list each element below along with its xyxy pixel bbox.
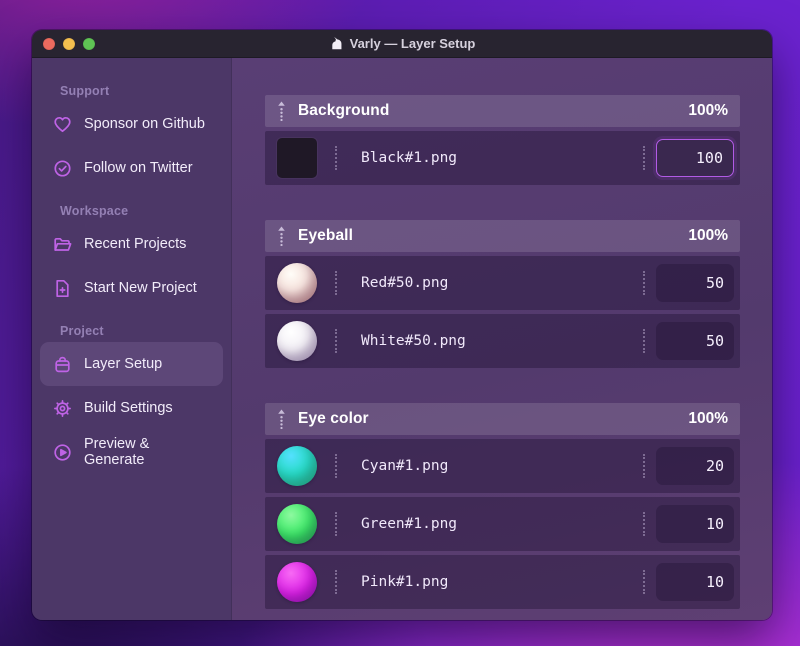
- file-plus-icon: [52, 278, 73, 299]
- sidebar-item-build-settings[interactable]: Build Settings: [40, 386, 223, 430]
- dotted-divider: [643, 271, 645, 295]
- app-window: Varly — Layer Setup Support Sponsor on Gi…: [32, 30, 772, 620]
- layer-filename: Black#1.png: [361, 150, 458, 166]
- dotted-divider: [643, 146, 645, 170]
- layer-row[interactable]: White#50.png: [265, 314, 740, 368]
- archive-box-icon: [52, 354, 73, 375]
- sidebar-item-start-new-project[interactable]: Start New Project: [40, 266, 223, 310]
- sidebar-item-label: Preview & Generate: [84, 436, 150, 468]
- dotted-divider: [335, 329, 337, 353]
- layer-group-weight: 100%: [688, 102, 728, 119]
- heart-icon: [52, 114, 73, 135]
- layer-value-input[interactable]: [656, 447, 734, 485]
- layer-value-input[interactable]: [656, 264, 734, 302]
- layer-thumbnail-white-sphere: [277, 321, 317, 361]
- close-button[interactable]: [43, 37, 55, 50]
- layer-group-header: Background 100%: [265, 95, 740, 127]
- layer-group-eye-color: Eye color 100% Cyan#1.png Green#1.png Pink#1…: [265, 403, 740, 609]
- layer-row[interactable]: Pink#1.png: [265, 555, 740, 609]
- layer-filename: White#50.png: [361, 333, 466, 349]
- sidebar-section-label: Project: [60, 324, 104, 338]
- sidebar: Support Sponsor on Github Follow on Twitte…: [32, 58, 232, 620]
- layer-group-header: Eyeball 100%: [265, 220, 740, 252]
- window-title: Varly — Layer Setup: [329, 36, 476, 51]
- dotted-divider: [335, 570, 337, 594]
- drag-handle-icon[interactable]: [276, 226, 287, 246]
- sidebar-item-label: Layer Setup: [84, 356, 163, 372]
- layer-thumbnail-cyan-sphere: [277, 446, 317, 486]
- layer-row[interactable]: Green#1.png: [265, 497, 740, 551]
- traffic-lights: [43, 30, 95, 57]
- layer-filename: Red#50.png: [361, 275, 449, 291]
- sidebar-section: Workspace Recent Projects Start New Projec…: [32, 204, 231, 310]
- sidebar-item-label: Recent Projects: [84, 236, 187, 252]
- layer-value-input[interactable]: [656, 563, 734, 601]
- sidebar-item-layer-setup[interactable]: Layer Setup: [40, 342, 223, 386]
- dotted-divider: [335, 454, 337, 478]
- layer-thumbnail-black-square: [277, 138, 317, 178]
- play-circle-icon: [52, 442, 73, 463]
- sidebar-item-label: Start New Project: [84, 280, 197, 296]
- layer-row[interactable]: Red#50.png: [265, 256, 740, 310]
- minimize-button[interactable]: [63, 37, 75, 50]
- sidebar-section-label: Support: [60, 84, 110, 98]
- titlebar: Varly — Layer Setup: [32, 30, 772, 58]
- layer-group-title: Background: [298, 102, 390, 119]
- layers-panel: Background 100% Black#1.png Eyeball 100% Red#…: [232, 58, 772, 620]
- drag-handle-icon[interactable]: [276, 101, 287, 121]
- sidebar-item-follow-on-twitter[interactable]: Follow on Twitter: [40, 146, 223, 190]
- folder-open-icon: [52, 234, 73, 255]
- layer-group-weight: 100%: [688, 410, 728, 427]
- sidebar-item-label: Sponsor on Github: [84, 116, 205, 132]
- layer-thumbnail-pink-sphere: [277, 562, 317, 602]
- layer-filename: Green#1.png: [361, 516, 458, 532]
- sidebar-item-sponsor-on-github[interactable]: Sponsor on Github: [40, 102, 223, 146]
- window-title-text: Varly — Layer Setup: [349, 36, 476, 51]
- layer-thumbnail-green-sphere: [277, 504, 317, 544]
- sidebar-item-label: Follow on Twitter: [84, 160, 193, 176]
- sidebar-item-preview-generate[interactable]: Preview & Generate: [40, 430, 223, 474]
- sidebar-item-label: Build Settings: [84, 400, 173, 416]
- layer-group-header: Eye color 100%: [265, 403, 740, 435]
- layer-group-eyeball: Eyeball 100% Red#50.png White#50.png: [265, 220, 740, 368]
- layer-value-input[interactable]: [656, 322, 734, 360]
- zoom-button[interactable]: [83, 37, 95, 50]
- drag-handle-icon[interactable]: [276, 409, 287, 429]
- dotted-divider: [643, 570, 645, 594]
- unicorn-icon: [329, 36, 344, 51]
- dotted-divider: [643, 329, 645, 353]
- gear-icon: [52, 398, 73, 419]
- layer-group-background: Background 100% Black#1.png: [265, 95, 740, 185]
- layer-group-weight: 100%: [688, 227, 728, 244]
- sidebar-section-label: Workspace: [60, 204, 129, 218]
- sidebar-section: Project Layer Setup Build Settings Preview …: [32, 324, 231, 474]
- layer-thumbnail-red-sphere: [277, 263, 317, 303]
- window-body: Support Sponsor on Github Follow on Twitte…: [32, 58, 772, 620]
- verified-badge-icon: [52, 158, 73, 179]
- dotted-divider: [643, 454, 645, 478]
- layer-row[interactable]: Cyan#1.png: [265, 439, 740, 493]
- sidebar-section: Support Sponsor on Github Follow on Twitte…: [32, 84, 231, 190]
- layer-group-title: Eyeball: [298, 227, 353, 244]
- dotted-divider: [335, 512, 337, 536]
- dotted-divider: [335, 271, 337, 295]
- layer-value-input[interactable]: [656, 139, 734, 177]
- sidebar-item-recent-projects[interactable]: Recent Projects: [40, 222, 223, 266]
- layer-row[interactable]: Black#1.png: [265, 131, 740, 185]
- layer-filename: Cyan#1.png: [361, 458, 449, 474]
- layer-group-title: Eye color: [298, 410, 369, 427]
- layer-filename: Pink#1.png: [361, 574, 449, 590]
- layer-value-input[interactable]: [656, 505, 734, 543]
- dotted-divider: [643, 512, 645, 536]
- dotted-divider: [335, 146, 337, 170]
